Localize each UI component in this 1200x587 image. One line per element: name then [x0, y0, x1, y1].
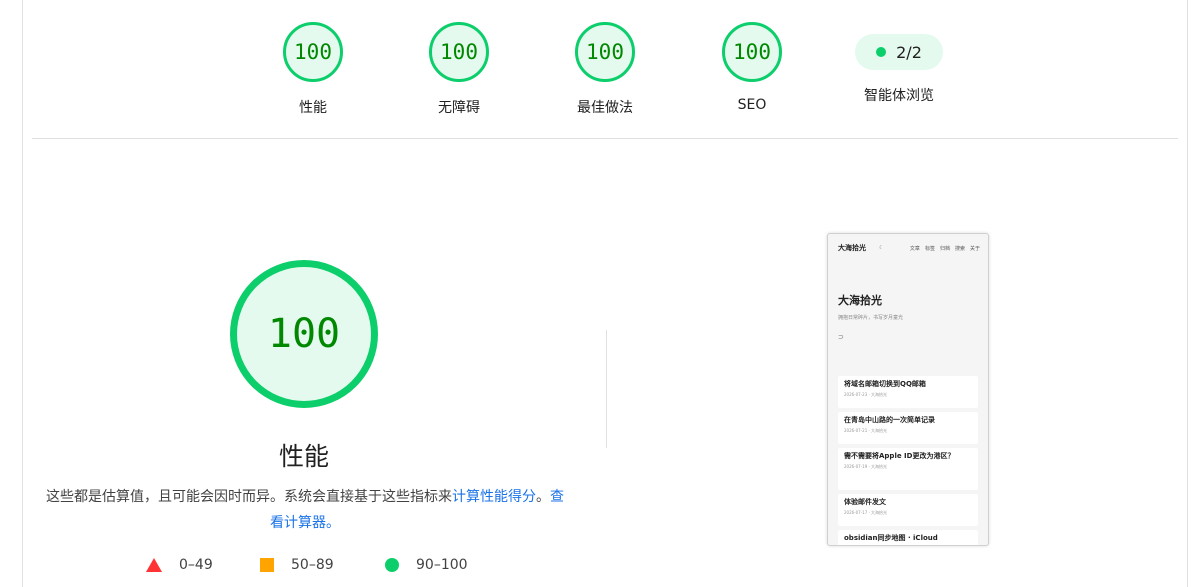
performance-description: 这些都是估算值，且可能会因时而异。系统会直接基于这些指标来计算性能得分。查看计算… — [46, 489, 564, 531]
thumb-hero-subtitle: 拥抱日常碎片，书写岁月童光 — [838, 315, 904, 321]
performance-score-gauge: 100 — [230, 260, 378, 408]
score-ring: 100 — [429, 22, 489, 82]
gauge-label: SEO — [737, 97, 767, 113]
legend-pass: 90–100 — [385, 557, 468, 573]
thumb-site-name: 大海拾光 — [838, 244, 866, 252]
thumb-post: 需不需要将Apple ID更改为港区？ 2026-07-19 · 大海拾光 — [838, 448, 978, 490]
rss-icon: ⊃ — [838, 333, 844, 341]
vertical-separator — [606, 330, 607, 448]
gauge-label: 最佳做法 — [577, 100, 633, 116]
gauge-label: 性能 — [299, 100, 327, 116]
thumb-post: obsidian同步地图 · iCloud — [838, 530, 978, 545]
legend-average: 50–89 — [260, 557, 334, 573]
circle-icon — [385, 558, 399, 572]
gauge-accessibility[interactable]: 100 无障碍 — [389, 22, 529, 117]
score-ring: 100 — [575, 22, 635, 82]
score-ring: 100 — [722, 22, 782, 82]
square-icon — [260, 558, 274, 572]
legend-fail: 0–49 — [146, 557, 213, 573]
thumb-post: 在青岛中山路的一次简单记录 2026-07-21 · 大海拾光 — [838, 412, 978, 444]
section-divider — [32, 138, 1178, 139]
theme-icon: ☾ — [879, 245, 884, 251]
thumb-post: 体验邮件发文 2026-07-17 · 大海拾光 — [838, 494, 978, 526]
pass-dot-icon — [876, 47, 887, 57]
agent-pill: 2/2 — [855, 34, 943, 70]
gauge-performance[interactable]: 100 性能 — [243, 22, 383, 117]
score-ring: 100 — [283, 22, 343, 82]
gauge-agentic-browsing[interactable]: 2/2 智能体浏览 — [829, 22, 969, 105]
gauge-label: 智能体浏览 — [864, 88, 934, 104]
performance-title: 性能 — [278, 442, 329, 471]
calculate-score-link[interactable]: 计算性能得分 — [452, 489, 536, 505]
gauge-seo[interactable]: 100 SEO — [682, 22, 822, 113]
gauge-label: 无障碍 — [438, 100, 480, 116]
gauge-best-practices[interactable]: 100 最佳做法 — [535, 22, 675, 117]
triangle-icon — [146, 558, 162, 572]
category-scores: 100 性能 100 无障碍 100 最佳做法 100 SEO 2/2 智能体浏… — [0, 0, 1200, 138]
agent-score: 2/2 — [896, 42, 922, 62]
thumb-post: 将域名邮箱切换到QQ邮箱 2026-07-23 · 大海拾光 — [838, 376, 978, 408]
final-screenshot-thumbnail[interactable]: 大海拾光 ☾ 文章 标签 归档 搜索 关于 大海拾光 拥抱日常碎片，书写岁月童光… — [827, 233, 989, 546]
thumb-nav: 文章 标签 归档 搜索 关于 — [909, 246, 980, 252]
thumb-hero-title: 大海拾光 — [838, 294, 882, 307]
